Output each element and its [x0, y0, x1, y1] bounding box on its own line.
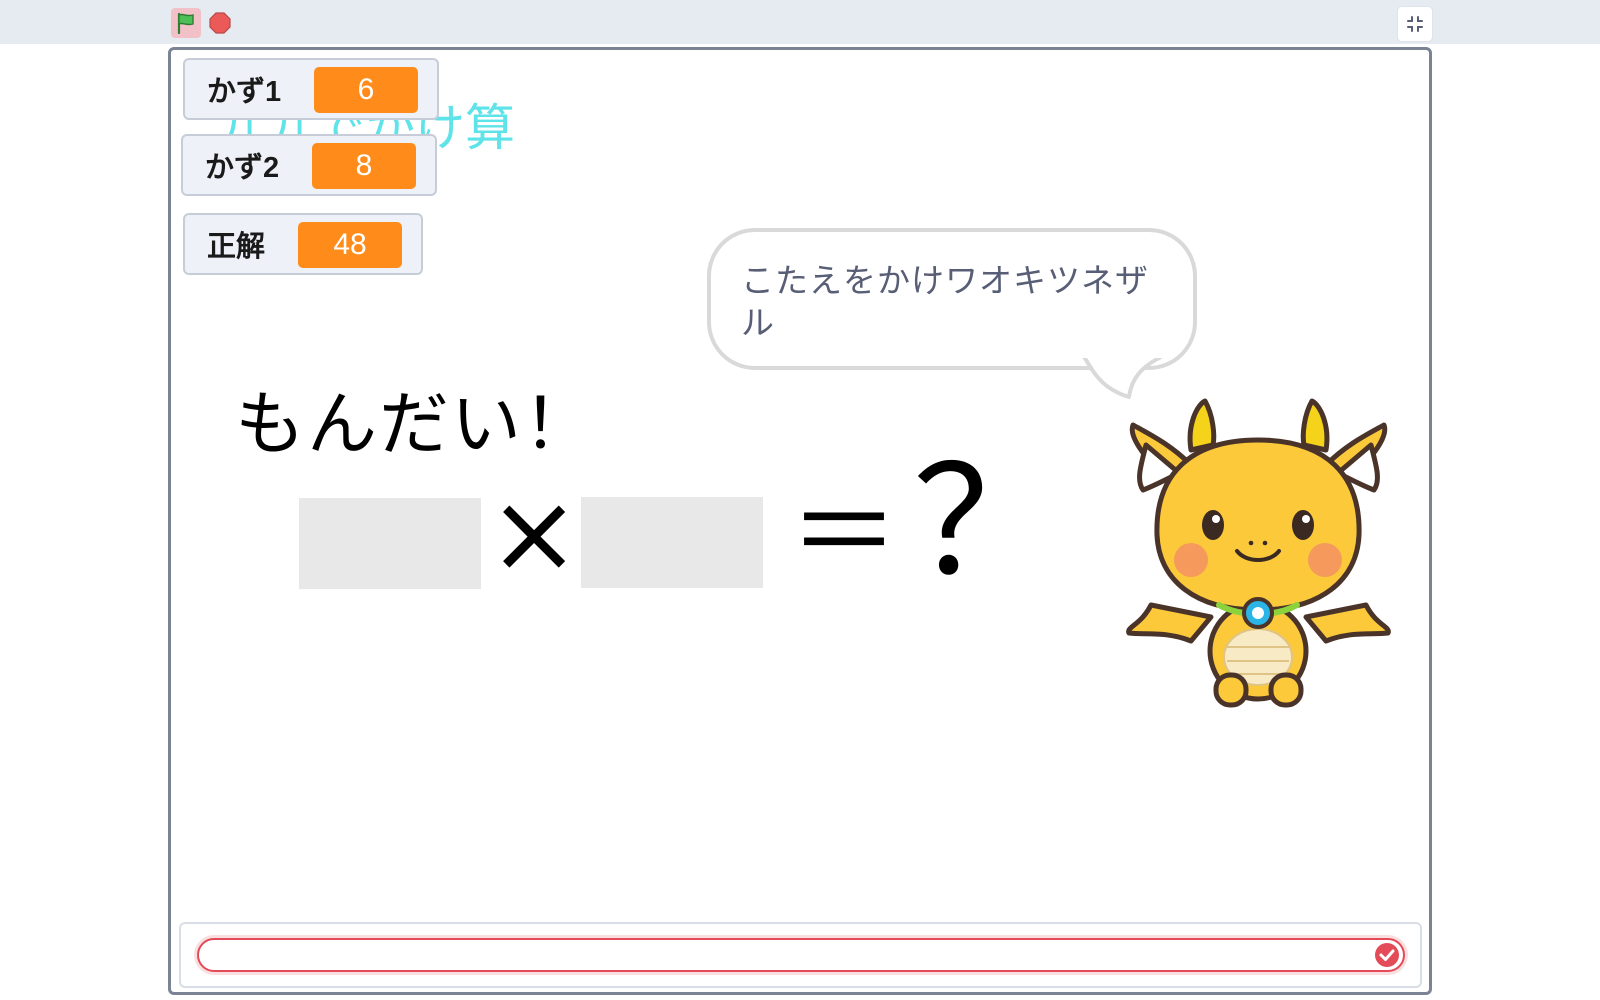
monitor-label: 正解 [207, 231, 266, 263]
variable-monitor-seikai[interactable]: 正解 48 [183, 213, 423, 275]
green-flag-icon [177, 12, 194, 34]
number-box-2 [581, 497, 763, 588]
equals-symbol: ＝ [789, 469, 899, 597]
speech-bubble: こたえをかけワオキツネザル [707, 228, 1197, 370]
exit-fullscreen-button[interactable] [1397, 6, 1433, 42]
stage-header [0, 0, 1600, 44]
answer-panel [179, 922, 1422, 988]
variable-monitor-kazu2[interactable]: かず2 8 [181, 134, 437, 196]
monitor-label: かず1 [207, 76, 282, 108]
stop-button[interactable] [208, 11, 232, 35]
problem-heading: もんだい！ [235, 383, 595, 465]
monitor-label: かず2 [205, 152, 280, 184]
question-symbol: ？ [913, 436, 1064, 610]
stop-icon [209, 12, 231, 34]
monitor-value: 48 [298, 222, 402, 268]
exit-fullscreen-icon [1407, 16, 1423, 32]
times-symbol: × [488, 469, 581, 597]
dragon-character[interactable] [1121, 395, 1396, 715]
stage[interactable]: 九九でかけ算 かず1 6 かず2 8 正解 48 こたえをかけワオキツネザル も… [168, 47, 1432, 995]
check-icon[interactable] [1373, 941, 1401, 969]
green-flag-button[interactable] [171, 8, 201, 38]
variable-monitor-kazu1[interactable]: かず1 6 [183, 58, 439, 120]
monitor-value: 8 [312, 143, 416, 189]
monitor-value: 6 [314, 67, 418, 113]
number-box-1 [299, 498, 481, 589]
answer-input[interactable] [197, 938, 1405, 972]
